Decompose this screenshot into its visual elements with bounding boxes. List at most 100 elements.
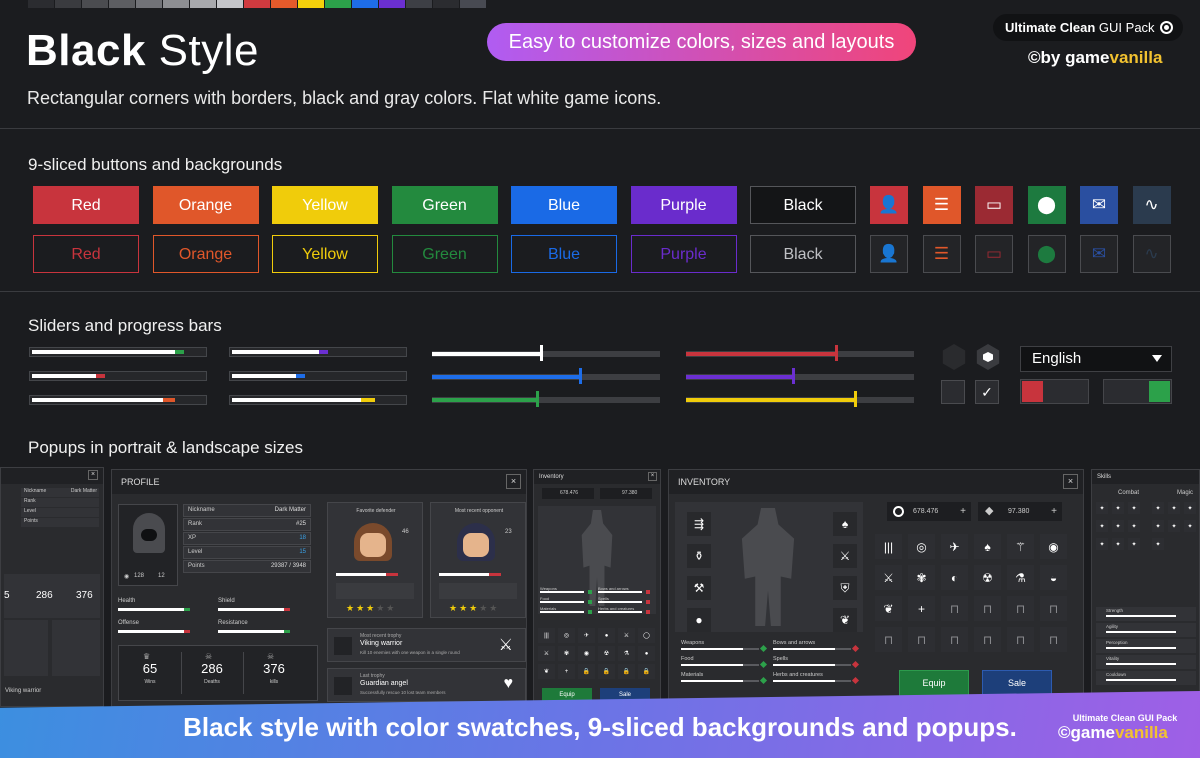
hexagon-toggle-off[interactable]: [942, 344, 966, 370]
inventory-slot[interactable]: ⊓: [1007, 596, 1034, 621]
skill-slot[interactable]: ✦: [1096, 538, 1108, 550]
skill-slot[interactable]: ✦: [1112, 502, 1124, 514]
inventory-slot[interactable]: ⊓: [974, 627, 1001, 652]
mail-button-outline[interactable]: ✉: [1080, 235, 1118, 273]
slider-handle[interactable]: [835, 345, 838, 361]
graph-button-outline[interactable]: ∿: [1132, 235, 1171, 273]
inventory-slot[interactable]: ⊓: [941, 596, 968, 621]
inventory-slot[interactable]: ◉: [1040, 534, 1067, 559]
inventory-slot[interactable]: ◎: [558, 628, 575, 643]
button-green-outline[interactable]: Green: [391, 235, 498, 273]
inventory-slot[interactable]: ❦: [875, 596, 902, 621]
inventory-slot[interactable]: ♠: [974, 534, 1001, 559]
button-blue-filled[interactable]: Blue: [511, 186, 617, 224]
inventory-slot[interactable]: ●: [638, 646, 655, 661]
equipment-slot[interactable]: ●: [687, 608, 711, 632]
tab-magic[interactable]: Magic: [1177, 490, 1193, 496]
checkbox-checked[interactable]: ✓: [975, 380, 999, 404]
plus-icon[interactable]: +: [960, 502, 966, 521]
inventory-slot[interactable]: ✈: [941, 534, 968, 559]
graph-button-filled[interactable]: ∿: [1132, 186, 1171, 224]
inventory-slot[interactable]: 🔒: [578, 664, 595, 679]
slider-handle[interactable]: [536, 391, 539, 407]
inventory-slot[interactable]: ✾: [558, 646, 575, 661]
inventory-slot[interactable]: ●: [598, 628, 615, 643]
inventory-slot[interactable]: |||: [538, 628, 555, 643]
inventory-slot[interactable]: ⚔: [538, 646, 555, 661]
list-button-filled[interactable]: ☰: [922, 186, 961, 224]
equipment-slot[interactable]: ⇶: [687, 512, 711, 536]
inventory-slot[interactable]: 🔒: [618, 664, 635, 679]
slider[interactable]: [432, 391, 660, 407]
plus-icon[interactable]: +: [1051, 502, 1057, 521]
slider[interactable]: [686, 368, 914, 384]
inventory-slot[interactable]: 🔒: [598, 664, 615, 679]
button-purple-outline[interactable]: Purple: [630, 235, 737, 273]
skill-slot[interactable]: ✦: [1128, 520, 1140, 532]
button-orange-outline[interactable]: Orange: [152, 235, 259, 273]
inventory-slot[interactable]: ⚔: [618, 628, 635, 643]
language-dropdown[interactable]: English: [1020, 346, 1172, 372]
inventory-slot[interactable]: ⊓: [974, 596, 1001, 621]
slider[interactable]: [686, 391, 914, 407]
inventory-slot[interactable]: ⚗: [618, 646, 635, 661]
toggle-switch-on[interactable]: [1103, 379, 1172, 404]
inventory-slot[interactable]: ✈: [578, 628, 595, 643]
equipment-slot[interactable]: ⚱: [687, 544, 711, 568]
slider[interactable]: [432, 368, 660, 384]
mail-button-filled[interactable]: ✉: [1080, 186, 1118, 224]
inventory-slot[interactable]: ☢: [974, 565, 1001, 590]
close-button[interactable]: ×: [506, 474, 521, 489]
skill-slot[interactable]: ✦: [1112, 520, 1124, 532]
slider[interactable]: [686, 345, 914, 361]
button-yellow-outline[interactable]: Yellow: [272, 235, 378, 273]
inventory-slot[interactable]: ❦: [538, 664, 555, 679]
slider-handle[interactable]: [540, 345, 543, 361]
skill-slot[interactable]: ✦: [1096, 502, 1108, 514]
inventory-slot[interactable]: ⊓: [1007, 627, 1034, 652]
inventory-slot[interactable]: ⊓: [875, 627, 902, 652]
skill-slot[interactable]: ✦: [1152, 520, 1164, 532]
equip-button[interactable]: Equip: [899, 670, 969, 697]
tab-combat[interactable]: Combat: [1118, 490, 1139, 496]
slider-handle[interactable]: [854, 391, 857, 407]
slider-handle[interactable]: [792, 368, 795, 384]
map-pin-button-outline[interactable]: ⬤: [1027, 235, 1066, 273]
camera-icon[interactable]: ◉: [124, 573, 129, 580]
skill-slot[interactable]: ✦: [1184, 520, 1196, 532]
skill-slot[interactable]: ✦: [1168, 502, 1180, 514]
inventory-slot[interactable]: 🔒: [638, 664, 655, 679]
skill-slot[interactable]: ✦: [1152, 502, 1164, 514]
equipment-slot[interactable]: ♠: [833, 512, 857, 536]
skill-slot[interactable]: ✦: [1128, 502, 1140, 514]
button-purple-filled[interactable]: Purple: [630, 186, 737, 224]
inventory-slot[interactable]: ☢: [598, 646, 615, 661]
inventory-slot[interactable]: ◒: [1040, 565, 1067, 590]
inventory-slot[interactable]: +: [558, 664, 575, 679]
close-button[interactable]: ×: [1063, 474, 1078, 489]
inventory-slot[interactable]: ◯: [638, 628, 655, 643]
button-black-outline[interactable]: Black: [750, 235, 856, 273]
inventory-slot[interactable]: ◐: [941, 565, 968, 590]
sale-button[interactable]: Sale: [982, 670, 1052, 697]
close-icon[interactable]: ×: [88, 470, 98, 480]
skill-slot[interactable]: ✦: [1096, 520, 1108, 532]
list-button-outline[interactable]: ☰: [922, 235, 961, 273]
equipment-slot[interactable]: ⚔: [833, 544, 857, 568]
slider-handle[interactable]: [579, 368, 582, 384]
checkbox-unchecked[interactable]: [941, 380, 965, 404]
user-button-outline[interactable]: 👤: [870, 235, 908, 273]
equipment-slot[interactable]: ⛨: [833, 576, 857, 600]
inventory-slot[interactable]: ⚚: [1007, 534, 1034, 559]
inventory-slot[interactable]: ◎: [908, 534, 935, 559]
equipment-slot[interactable]: ❦: [833, 608, 857, 632]
inventory-slot[interactable]: +: [908, 596, 935, 621]
button-orange-filled[interactable]: Orange: [152, 186, 259, 224]
button-yellow-filled[interactable]: Yellow: [272, 186, 378, 224]
inventory-slot[interactable]: ⊓: [1040, 596, 1067, 621]
inventory-slot[interactable]: ⊓: [1040, 627, 1067, 652]
skill-slot[interactable]: ✦: [1184, 502, 1196, 514]
skill-slot[interactable]: ✦: [1128, 538, 1140, 550]
user-button-filled[interactable]: 👤: [870, 186, 908, 224]
button-blue-outline[interactable]: Blue: [511, 235, 617, 273]
